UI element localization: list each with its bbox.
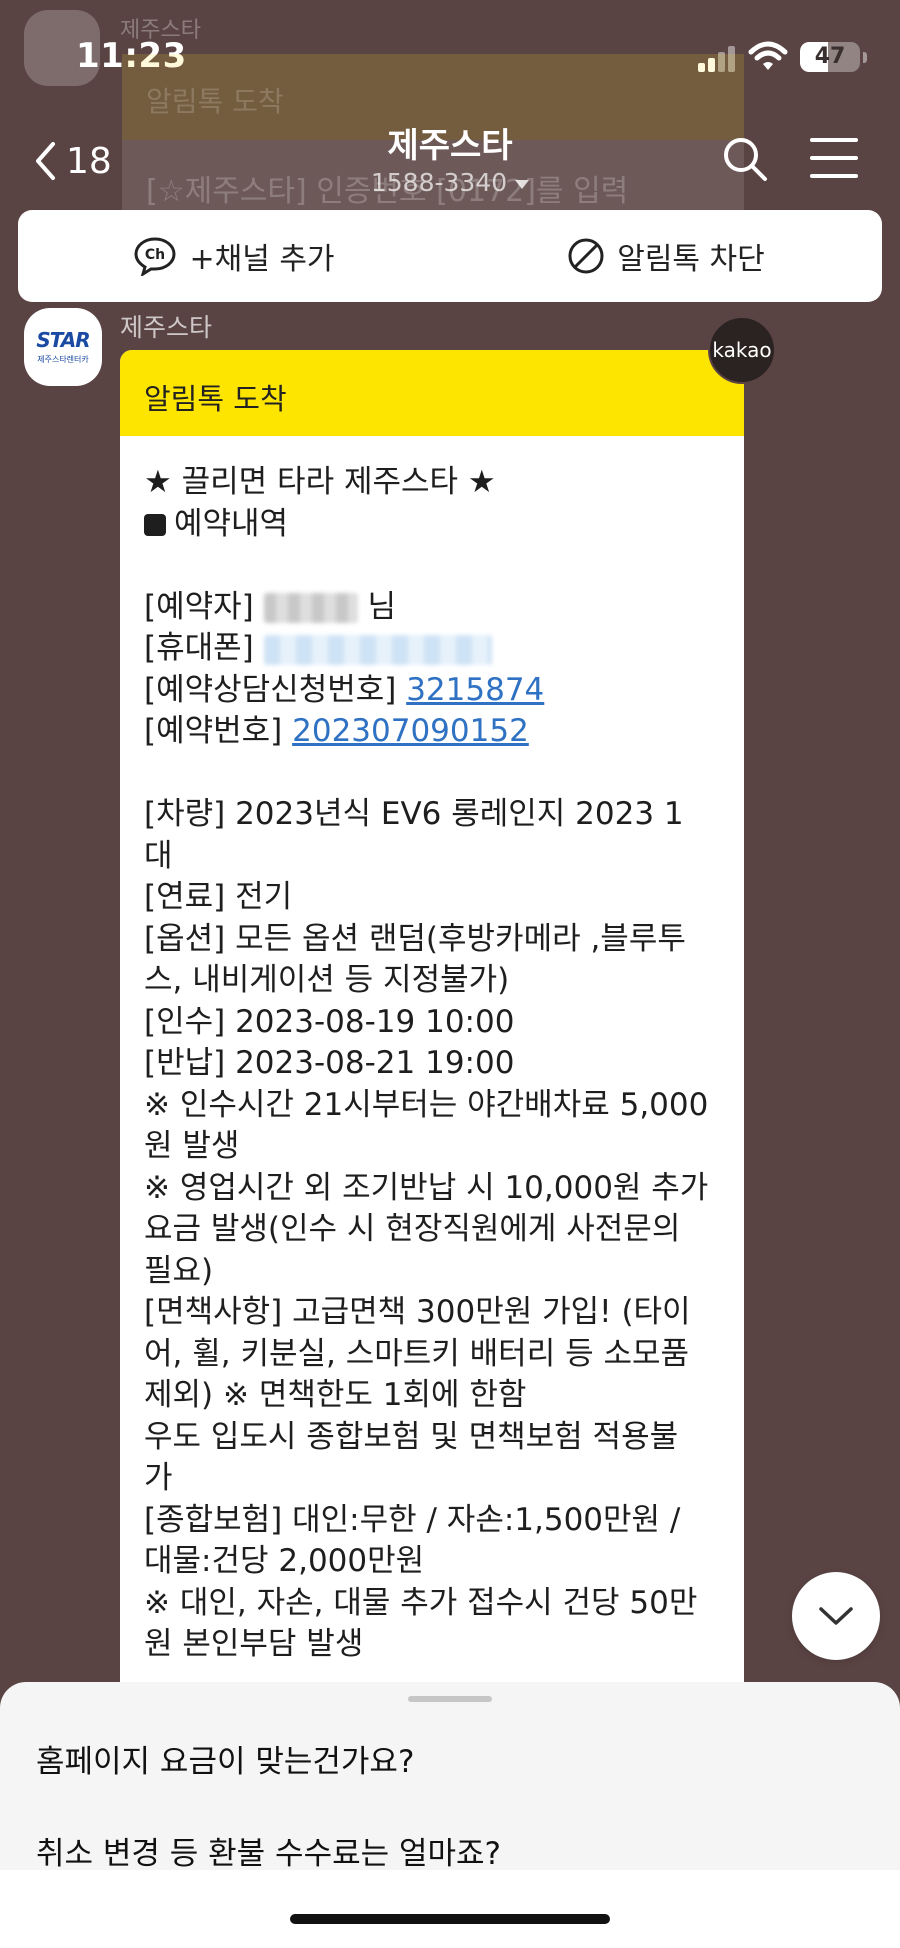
suggestion-item[interactable]: 취소 변경 등 환불 수수료는 얼마죠? xyxy=(36,1828,501,1873)
add-channel-label: +채널 추가 xyxy=(189,242,335,277)
block-alimtalk-label: 알림톡 차단 xyxy=(617,242,765,277)
message-line: 요금 발생(인수 시 현장직원에게 사전문의 xyxy=(144,1211,681,1247)
search-icon[interactable] xyxy=(720,134,770,184)
block-icon xyxy=(568,238,604,274)
consult-number-link[interactable]: 3215874 xyxy=(406,672,544,708)
ch-icon: Ch xyxy=(134,237,176,276)
message-line: 제외) ※ 면책한도 1회에 한함 xyxy=(144,1377,527,1413)
menu-icon[interactable] xyxy=(810,138,858,178)
channel-action-bar: Ch +채널 추가 알림톡 차단 xyxy=(18,210,882,302)
sheet-handle[interactable] xyxy=(408,1696,492,1702)
alimtalk-message-bubble: 알림톡 도착 ★ 끌리면 타라 제주스타 ★ 예약내역 [예약자] 님 [휴대폰… xyxy=(120,350,744,1690)
message-line: 필요) xyxy=(144,1252,214,1289)
message-line: [예약자] 님 xyxy=(144,587,720,629)
message-line: [예약상담신청번호] 3215874 xyxy=(144,670,720,712)
redacted-name xyxy=(263,593,358,623)
battery-tip xyxy=(863,52,867,63)
message-line: ★ 끌리면 타라 제주스타 ★ xyxy=(144,464,496,500)
message-line: [옵션] 모든 옵션 랜덤(후방카메라 ,블루투 xyxy=(144,920,686,957)
suggestion-sheet: 홈페이지 요금이 맞는건가요? 취소 변경 등 환불 수수료는 얼마죠? xyxy=(0,1682,900,1948)
sender-avatar[interactable]: STAR 제주스타렌터카 xyxy=(24,308,102,386)
message-line: 우도 입도시 종합보험 및 면책보험 적용불 xyxy=(144,1418,679,1455)
channel-phone-number: 1588-3340 xyxy=(370,168,508,197)
reserver-suffix: 님 xyxy=(367,588,396,625)
message-line-text: 예약내역 xyxy=(174,505,289,542)
message-line: 대물:건당 2,000만원 xyxy=(144,1543,425,1579)
message-line: ※ 영업시간 외 조기반납 시 10,000원 추가 xyxy=(144,1169,709,1206)
message-line: [인수] 2023-08-19 10:00 xyxy=(144,1003,515,1040)
reservation-number-link[interactable]: 202307090152 xyxy=(292,713,529,749)
message-line: [예약번호] 202307090152 xyxy=(144,711,720,753)
svg-text:Ch: Ch xyxy=(145,247,165,263)
sender-name: 제주스타 xyxy=(120,313,213,342)
redacted-phone[interactable] xyxy=(263,634,492,665)
message-line: 원 본인부담 발생 xyxy=(144,1626,364,1662)
message-line: 예약내역 xyxy=(144,504,720,546)
alimtalk-header: 알림톡 도착 xyxy=(120,350,744,436)
message-line: 스, 내비게이션 등 지정불가) xyxy=(144,962,510,998)
message-line: [차량] 2023년식 EV6 롱레인지 2023 1 xyxy=(144,796,684,832)
message-line: 어, 휠, 키분실, 스마트키 배터리 등 소모품 xyxy=(144,1335,690,1372)
message-line: ※ 인수시간 21시부터는 야간배차료 5,000 xyxy=(144,1086,709,1123)
home-indicator[interactable] xyxy=(290,1914,610,1924)
reservation-number-label: [예약번호] xyxy=(144,713,293,749)
phone-label: [휴대폰] xyxy=(144,630,254,666)
home-indicator-area xyxy=(0,1870,900,1948)
avatar-logo-text: STAR xyxy=(36,328,90,352)
ghost-notification-title: 알림톡 도착 xyxy=(146,85,284,118)
consult-number-label: [예약상담신청번호] xyxy=(144,671,407,708)
message-line: [반납] 2023-08-21 19:00 xyxy=(144,1045,515,1081)
block-alimtalk-button[interactable]: 알림톡 차단 xyxy=(450,210,882,302)
message-line: [휴대폰] xyxy=(144,628,720,670)
caret-down-icon xyxy=(515,179,530,189)
wifi-icon xyxy=(748,41,788,70)
message-line: [면책사항] 고급면책 300만원 가입! (타이 xyxy=(144,1294,691,1330)
message-line: 대 xyxy=(144,837,173,874)
add-channel-button[interactable]: Ch +채널 추가 xyxy=(18,210,450,302)
battery-level: 47 xyxy=(814,44,846,69)
suggestion-item[interactable]: 홈페이지 요금이 맞는건가요? xyxy=(36,1736,414,1781)
message-line: [연료] 전기 xyxy=(144,879,293,915)
message-line: 원 발생 xyxy=(144,1128,240,1164)
message-line: [종합보험] 대인:무한 / 자손:1,500만원 / xyxy=(144,1501,681,1538)
message-line: ※ 대인, 자손, 대물 추가 접수시 건당 50만 xyxy=(144,1584,698,1621)
avatar-logo-subtext: 제주스타렌터카 xyxy=(37,355,89,364)
alimtalk-body: ★ 끌리면 타라 제주스타 ★ 예약내역 [예약자] 님 [휴대폰] [예약상담… xyxy=(120,436,744,1666)
chevron-down-icon xyxy=(819,1607,853,1625)
scroll-down-button[interactable] xyxy=(792,1572,880,1660)
kakao-badge: kakao xyxy=(708,316,776,384)
battery-icon: 47 xyxy=(800,42,860,72)
square-bullet-icon xyxy=(144,513,166,536)
reserver-label: [예약자] xyxy=(144,588,254,625)
message-line: 가 xyxy=(144,1460,173,1496)
